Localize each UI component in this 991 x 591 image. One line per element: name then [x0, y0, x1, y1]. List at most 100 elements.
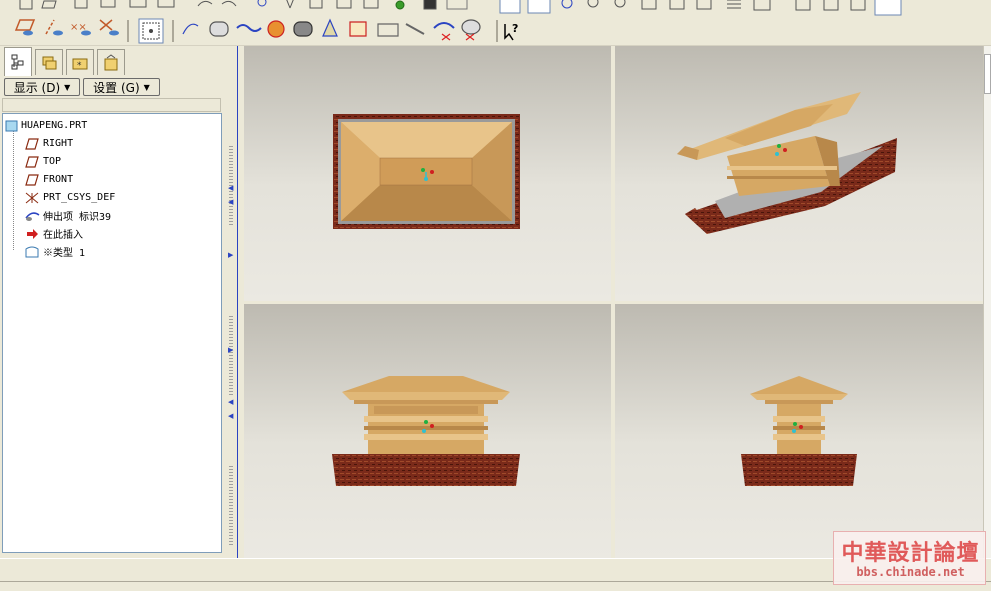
refit-icon [669, 0, 685, 10]
copy-icon [309, 0, 323, 9]
feature-toolbar-icons: ×× ? [14, 18, 518, 44]
round-icon [349, 21, 367, 37]
side-view-model [741, 376, 857, 486]
tree-item-label: RIGHT [43, 138, 74, 149]
zoom-in-icon [614, 0, 626, 8]
draft-icon [322, 18, 338, 37]
window-icon [446, 0, 468, 10]
datum-points-icon: ×× [70, 22, 91, 36]
watermark: 中華設計論壇 bbs.chinade.net [833, 531, 986, 585]
tree-item-right[interactable]: RIGHT [24, 135, 73, 152]
part-icon [5, 120, 18, 131]
model-tree-icon [11, 54, 24, 70]
datum-plane-icon [25, 137, 39, 150]
wireframe-icon [795, 0, 811, 11]
layers-tab[interactable] [35, 49, 63, 75]
collapse-left-icon[interactable]: ◀ [228, 412, 233, 420]
isometric-model [677, 92, 897, 234]
datum-axis-tool-icon [209, 21, 229, 37]
shell-x-icon [441, 33, 451, 41]
isometric-viewport[interactable] [615, 46, 983, 301]
tree-item-top[interactable]: TOP [24, 153, 61, 170]
connections-tab[interactable] [97, 49, 125, 75]
open-icon [41, 0, 57, 9]
mirror-icon [293, 21, 313, 37]
redo-icon [221, 0, 237, 7]
vertical-scrollbar[interactable] [983, 46, 991, 558]
model-tree-tab[interactable] [4, 47, 32, 76]
splitter-grip [229, 466, 233, 546]
tree-item-type[interactable]: ※类型 1 [24, 243, 85, 260]
paste-special-icon [157, 0, 175, 8]
scrollbar-thumb[interactable] [984, 54, 991, 94]
tree-item-csys[interactable]: PRT_CSYS_DEF [24, 189, 115, 206]
feature-type-icon [25, 246, 39, 257]
watermark-title: 中華設計論壇 [841, 540, 980, 566]
top-view-viewport[interactable] [244, 46, 611, 301]
sketch-icon [182, 23, 199, 35]
top-view-model [333, 114, 520, 229]
rib-icon [461, 19, 481, 35]
folder-browser-icon [42, 56, 57, 69]
tree-item-label: TOP [43, 156, 62, 167]
plane-tool-icon [267, 20, 285, 38]
print-icon [100, 0, 116, 8]
settings-dropdown[interactable]: 设置 (G) ▼ [83, 78, 160, 96]
tree-item-front[interactable]: FRONT [24, 171, 73, 188]
zoom-out-icon [641, 0, 657, 10]
tree-item-root[interactable]: HUAPENG.PRT [5, 117, 87, 134]
navigator-panel: * 显示 (D) ▼ 设置 (G) ▼ HUAPENG.PRT RIGHT TO… [0, 46, 226, 558]
collapse-left-icon[interactable]: ◀ [228, 398, 233, 406]
layers-icon [753, 0, 771, 11]
datum-plane-icon [25, 173, 39, 186]
tree-item-label: PRT_CSYS_DEF [43, 192, 116, 203]
chevron-down-icon: ▼ [143, 82, 150, 92]
datum-plane-icon [25, 155, 39, 168]
favorites-tab[interactable]: * [66, 49, 94, 75]
collapse-left-icon[interactable]: ◀ [228, 184, 233, 192]
paste-icon [336, 0, 352, 9]
connections-icon [104, 53, 118, 70]
front-view-viewport[interactable] [244, 304, 611, 558]
favorites-icon: * [72, 58, 88, 71]
rib-x-icon [465, 33, 475, 41]
cut-icon [286, 0, 294, 9]
model-tree: HUAPENG.PRT RIGHT TOP FRONT PRT_CSYS_DEF… [2, 113, 222, 553]
curve-tool-icon [236, 24, 262, 32]
shading-icon [874, 0, 902, 16]
settings-dropdown-label: 设置 (G) [93, 80, 140, 95]
tree-connector [13, 130, 14, 250]
panel-splitter[interactable]: ◀ ◀ ▶ ▶ ◀ ◀ [226, 46, 242, 558]
tree-item-protrusion[interactable]: 伸出项 标识39 [24, 207, 111, 224]
surface-icon [405, 23, 425, 35]
standard-toolbar-icons [19, 0, 902, 16]
regenerate-icon [257, 0, 267, 7]
filter-bar [2, 98, 221, 112]
orient-icon [587, 0, 599, 8]
tree-item-label: ※类型 1 [43, 248, 86, 259]
splitter-grip [229, 316, 233, 396]
whats-this-icon: ? [504, 22, 518, 41]
send-icon [129, 0, 147, 8]
tree-item-label: HUAPENG.PRT [21, 120, 88, 131]
collapse-left-icon[interactable]: ◀ [228, 198, 233, 206]
svg-text:*: * [77, 61, 82, 71]
svg-text:?: ? [512, 22, 518, 35]
expand-right-icon[interactable]: ▶ [228, 346, 233, 354]
side-view-viewport[interactable] [615, 304, 983, 558]
no-hidden-icon [850, 0, 866, 11]
saved-views-icon [727, 0, 741, 9]
spin-center-icon [561, 0, 573, 9]
watermark-url: bbs.chinade.net [856, 565, 965, 579]
tree-item-insert-here[interactable]: 在此插入 [24, 225, 83, 242]
tree-item-label: 伸出项 标识39 [43, 212, 112, 223]
undo-icon [197, 0, 213, 7]
select-box-icon [499, 0, 521, 14]
coordinate-systems-icon [99, 19, 119, 36]
csys-icon [25, 192, 39, 203]
new-icon [19, 0, 33, 10]
save-icon [74, 0, 88, 9]
tree-item-label: 在此插入 [43, 230, 83, 241]
show-dropdown[interactable]: 显示 (D) ▼ [4, 78, 80, 96]
expand-right-icon[interactable]: ▶ [228, 251, 233, 259]
